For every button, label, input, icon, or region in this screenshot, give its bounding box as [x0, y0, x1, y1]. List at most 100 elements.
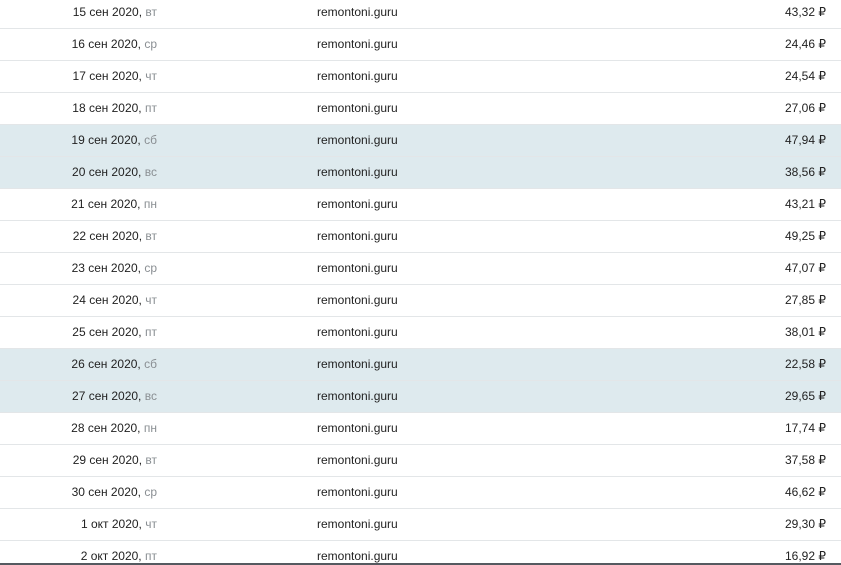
ruble-icon: ₽ — [818, 453, 826, 467]
site-cell: remontoni.guru — [317, 229, 398, 243]
amount-cell: 43,32 ₽ — [785, 0, 826, 28]
weekday-text: пн — [143, 421, 157, 435]
site-cell: remontoni.guru — [317, 453, 398, 467]
weekday-text: пн — [143, 197, 157, 211]
date-cell: 21 сен 2020, пн — [71, 189, 157, 220]
amount-value: 46,62 — [784, 485, 816, 499]
table-row: 22 сен 2020, вт remontoni.guru 49,25 ₽ — [0, 221, 841, 253]
amount-value: 29,65 — [784, 389, 816, 403]
amount-cell: 29,65 ₽ — [785, 381, 826, 412]
table-row: 1 окт 2020, чт remontoni.guru 29,30 ₽ — [0, 509, 841, 541]
table-row: 26 сен 2020, сб remontoni.guru 22,58 ₽ — [0, 349, 841, 381]
ruble-icon: ₽ — [818, 357, 826, 371]
ruble-icon: ₽ — [818, 293, 826, 307]
site-cell: remontoni.guru — [317, 293, 398, 307]
date-text: 22 сен 2020, — [72, 229, 143, 243]
site-cell: remontoni.guru — [317, 549, 398, 563]
ruble-icon: ₽ — [818, 101, 826, 115]
ruble-icon: ₽ — [818, 5, 826, 19]
amount-value: 47,07 — [784, 261, 816, 275]
weekday-text: чт — [145, 517, 157, 531]
weekday-text: чт — [145, 293, 157, 307]
date-cell: 25 сен 2020, пт — [72, 317, 157, 348]
table-row: 18 сен 2020, пт remontoni.guru 27,06 ₽ — [0, 93, 841, 125]
site-cell: remontoni.guru — [317, 389, 398, 403]
amount-cell: 37,58 ₽ — [785, 445, 826, 476]
ruble-icon: ₽ — [818, 421, 826, 435]
date-text: 15 сен 2020, — [72, 5, 143, 19]
table-row: 25 сен 2020, пт remontoni.guru 38,01 ₽ — [0, 317, 841, 349]
date-cell: 28 сен 2020, пн — [71, 413, 157, 444]
date-cell: 16 сен 2020, ср — [72, 29, 157, 60]
weekday-text: чт — [145, 69, 157, 83]
ruble-icon: ₽ — [818, 229, 826, 243]
date-cell: 1 окт 2020, чт — [81, 509, 157, 540]
amount-value: 17,74 — [784, 421, 816, 435]
amount-value: 16,92 — [784, 549, 816, 563]
ruble-icon: ₽ — [818, 165, 826, 179]
table-row: 21 сен 2020, пн remontoni.guru 43,21 ₽ — [0, 189, 841, 221]
site-cell: remontoni.guru — [317, 133, 398, 147]
site-cell: remontoni.guru — [317, 325, 398, 339]
ruble-icon: ₽ — [818, 261, 826, 275]
ruble-icon: ₽ — [818, 485, 826, 499]
site-cell: remontoni.guru — [317, 197, 398, 211]
amount-value: 49,25 — [784, 229, 816, 243]
date-text: 17 сен 2020, — [72, 69, 142, 83]
date-cell: 26 сен 2020, сб — [71, 349, 157, 380]
amount-value: 27,85 — [784, 293, 816, 307]
date-text: 25 сен 2020, — [72, 325, 142, 339]
site-cell: remontoni.guru — [317, 421, 398, 435]
amount-cell: 27,85 ₽ — [785, 285, 826, 316]
date-text: 30 сен 2020, — [71, 485, 141, 499]
amount-cell: 49,25 ₽ — [785, 221, 826, 252]
date-cell: 19 сен 2020, сб — [71, 125, 157, 156]
ruble-icon: ₽ — [818, 517, 826, 531]
weekday-text: пт — [145, 549, 157, 563]
amount-value: 22,58 — [784, 357, 816, 371]
amount-cell: 16,92 ₽ — [785, 541, 826, 565]
amount-cell: 24,46 ₽ — [785, 29, 826, 60]
site-cell: remontoni.guru — [317, 69, 398, 83]
ruble-icon: ₽ — [818, 37, 826, 51]
amount-cell: 47,07 ₽ — [785, 253, 826, 284]
date-text: 28 сен 2020, — [71, 421, 141, 435]
table-row: 23 сен 2020, ср remontoni.guru 47,07 ₽ — [0, 253, 841, 285]
weekday-text: сб — [144, 133, 157, 147]
ruble-icon: ₽ — [818, 197, 826, 211]
weekday-text: ср — [144, 485, 157, 499]
date-text: 1 окт 2020, — [80, 517, 142, 531]
site-cell: remontoni.guru — [317, 165, 398, 179]
date-cell: 30 сен 2020, ср — [72, 477, 157, 508]
date-cell: 20 сен 2020, вс — [72, 157, 157, 188]
table-row: 24 сен 2020, чт remontoni.guru 27,85 ₽ — [0, 285, 841, 317]
weekday-text: пт — [145, 325, 157, 339]
earnings-table: 15 сен 2020, вт remontoni.guru 43,32 ₽ 1… — [0, 0, 841, 565]
amount-value: 43,21 — [784, 197, 816, 211]
table-row: 27 сен 2020, вс remontoni.guru 29,65 ₽ — [0, 381, 841, 413]
date-cell: 15 сен 2020, вт — [73, 0, 157, 28]
date-cell: 22 сен 2020, вт — [73, 221, 157, 252]
weekday-text: вт — [145, 453, 157, 467]
ruble-icon: ₽ — [818, 133, 826, 147]
date-cell: 18 сен 2020, пт — [72, 93, 157, 124]
amount-value: 24,46 — [784, 37, 816, 51]
site-cell: remontoni.guru — [317, 517, 398, 531]
date-cell: 2 окт 2020, пт — [81, 541, 157, 565]
date-text: 19 сен 2020, — [71, 133, 141, 147]
date-cell: 29 сен 2020, вт — [73, 445, 157, 476]
amount-value: 29,30 — [784, 517, 816, 531]
table-row: 28 сен 2020, пн remontoni.guru 17,74 ₽ — [0, 413, 841, 445]
date-text: 21 сен 2020, — [71, 197, 141, 211]
weekday-text: вс — [144, 165, 157, 179]
date-text: 26 сен 2020, — [71, 357, 141, 371]
amount-value: 43,32 — [784, 5, 816, 19]
date-text: 16 сен 2020, — [71, 37, 141, 51]
date-text: 2 окт 2020, — [80, 549, 142, 563]
weekday-text: ср — [144, 261, 157, 275]
date-text: 20 сен 2020, — [72, 165, 142, 179]
table-row: 2 окт 2020, пт remontoni.guru 16,92 ₽ — [0, 541, 841, 565]
amount-value: 38,01 — [784, 325, 816, 339]
amount-value: 37,58 — [784, 453, 816, 467]
ruble-icon: ₽ — [818, 549, 826, 563]
